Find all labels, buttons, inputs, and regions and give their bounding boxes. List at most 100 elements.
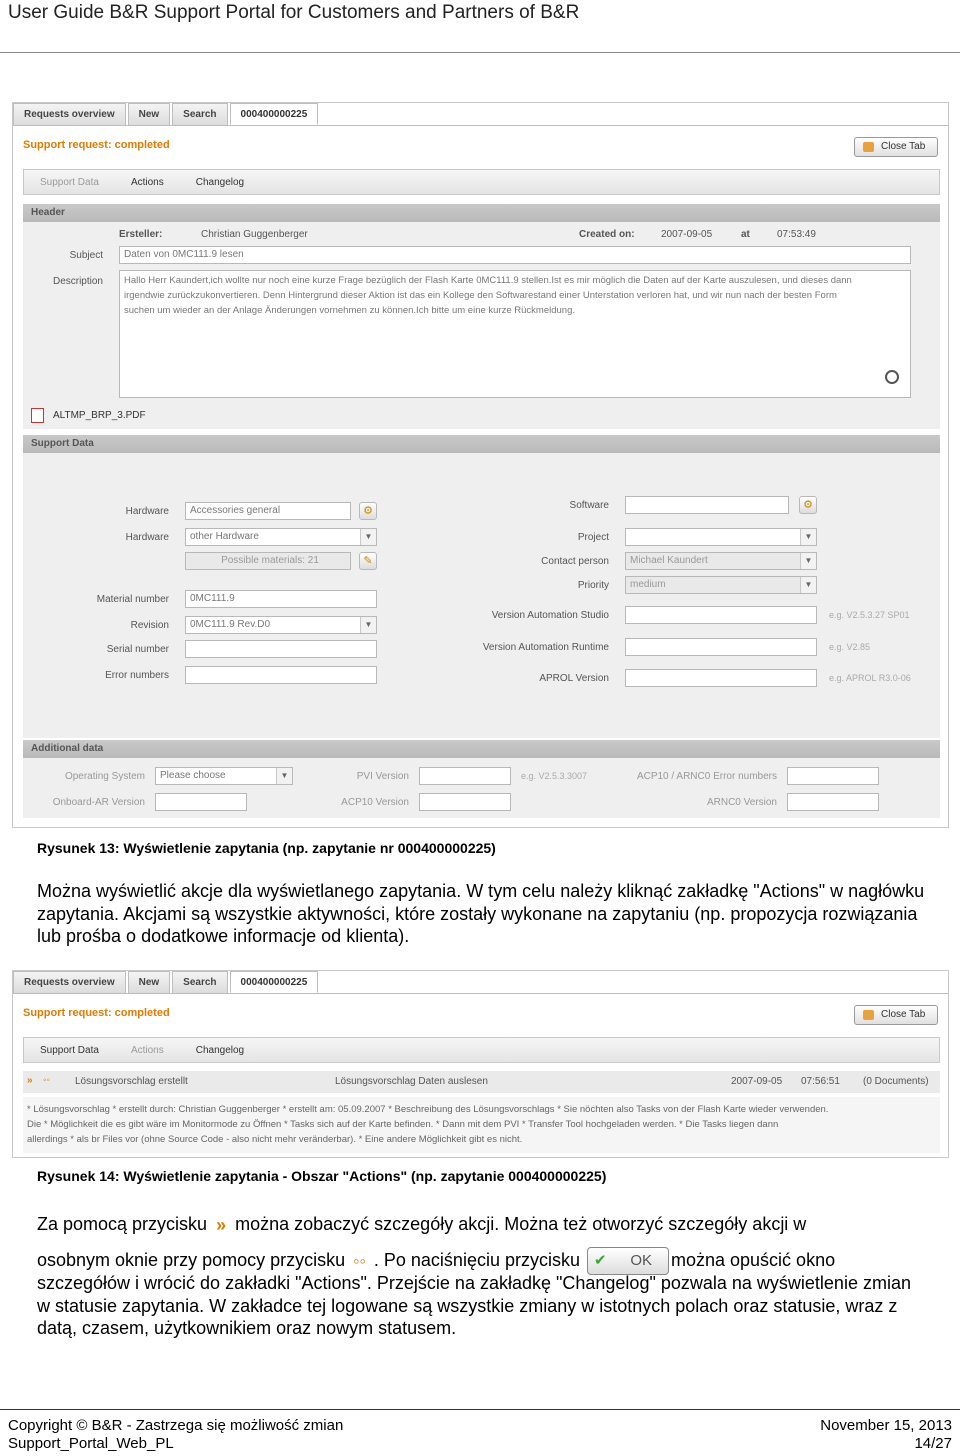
paragraph-action-buttons: Za pomocą przycisku » można zobaczyć szc… xyxy=(37,1212,927,1237)
expand-chevron-icon[interactable]: » xyxy=(27,1075,33,1086)
version-automation-studio-label: Version Automation Studio xyxy=(491,610,609,621)
tab-request[interactable]: 000400000225 xyxy=(229,971,319,993)
tabs-divider xyxy=(13,993,948,994)
pvi-version-label: PVI Version xyxy=(356,771,409,782)
possible-materials-field[interactable]: Possible materials: 21 xyxy=(185,552,351,570)
close-tab-button[interactable]: Close Tab xyxy=(854,1005,938,1025)
var-hint: e.g. V2.85 xyxy=(829,642,871,652)
subtab-changelog[interactable]: Changelog xyxy=(180,177,260,188)
glasses-icon[interactable]: ◦◦ xyxy=(43,1075,50,1086)
software-field[interactable] xyxy=(625,496,789,514)
footer-copyright: Copyright © B&R - Zastrzega się możliwoś… xyxy=(8,1417,344,1434)
chevron-down-icon: ▼ xyxy=(360,529,376,545)
contact-person-select[interactable]: Michael Kaundert ▼ xyxy=(625,552,817,570)
action-detail-line: * Lösungsvorschlag * erstellt durch: Chr… xyxy=(27,1104,829,1115)
page-header: User Guide B&R Support Portal for Custom… xyxy=(8,2,580,23)
hardware-select[interactable]: other Hardware ▼ xyxy=(185,528,377,546)
operating-system-label: Operating System xyxy=(64,771,145,782)
acp10-version-field[interactable] xyxy=(419,793,511,811)
arnc0-version-field[interactable] xyxy=(787,793,879,811)
revision-label: Revision xyxy=(130,620,169,631)
footer-page-number: 14/27 xyxy=(914,1435,952,1452)
serial-number-label: Serial number xyxy=(106,644,169,655)
subtab-support-data[interactable]: Support Data xyxy=(24,1045,115,1056)
para-text: można zobaczyć szczegóły akcji. Można te… xyxy=(235,1214,807,1234)
tab-search[interactable]: Search xyxy=(172,971,228,993)
para-text: osobnym oknie przy pomocy przycisku xyxy=(37,1249,346,1270)
tab-requests-overview[interactable]: Requests overview xyxy=(13,971,126,993)
additional-section-bar: Additional data xyxy=(23,740,940,758)
description-line: Hallo Herr Kaundert,ich wollte nur noch … xyxy=(124,275,852,286)
request-subtabs: Support Data Actions Changelog xyxy=(23,169,940,195)
action-time: 07:56:51 xyxy=(801,1076,840,1087)
created-label: Created on: xyxy=(579,229,635,240)
subject-field[interactable]: Daten von 0MC111.9 lesen xyxy=(119,246,911,264)
action-row[interactable]: » ◦◦ Lösungsvorschlag erstellt Lösungsvo… xyxy=(23,1071,940,1093)
wrench-icon[interactable]: ✎ xyxy=(359,552,377,570)
aprol-version-field[interactable] xyxy=(625,669,817,687)
description-box[interactable]: Hallo Herr Kaundert,ich wollte nur noch … xyxy=(119,270,911,398)
subtab-changelog[interactable]: Changelog xyxy=(180,1045,260,1056)
subtab-actions[interactable]: Actions xyxy=(115,177,180,188)
figure-caption-14: Rysunek 14: Wyświetlenie zapytania - Obs… xyxy=(37,1168,607,1184)
hardware-select-value: other Hardware xyxy=(190,531,259,542)
project-select[interactable]: ▼ xyxy=(625,528,817,546)
ok-button: ✔ OK xyxy=(587,1247,669,1275)
action-detail-line: Die * Möglichkeit die es gibt wäre im Mo… xyxy=(27,1119,779,1130)
close-tab-label: Close Tab xyxy=(881,141,926,152)
footer-date: November 15, 2013 xyxy=(820,1417,952,1434)
action-detail-line: allerdings * als br Files vor (ohne Sour… xyxy=(27,1134,523,1145)
hardware-field[interactable]: Accessories general xyxy=(185,502,351,520)
close-tab-button[interactable]: Close Tab xyxy=(854,137,938,157)
priority-select[interactable]: medium ▼ xyxy=(625,576,817,594)
action-details: * Lösungsvorschlag * erstellt durch: Chr… xyxy=(23,1097,940,1153)
action-documents: (0 Documents) xyxy=(863,1076,929,1087)
ok-button-label: OK xyxy=(630,1252,652,1269)
subtab-actions[interactable]: Actions xyxy=(115,1045,180,1056)
hardware-label: Hardware xyxy=(125,532,169,543)
tab-requests-overview[interactable]: Requests overview xyxy=(13,103,126,125)
contact-person-label: Contact person xyxy=(541,556,609,567)
glasses-icon: ◦◦ xyxy=(353,1251,366,1271)
clock-icon[interactable] xyxy=(885,370,899,384)
description-label: Description xyxy=(52,276,103,287)
priority-value: medium xyxy=(630,579,666,590)
contact-person-value: Michael Kaundert xyxy=(630,555,708,566)
para-text: . Po naciśnięciu przycisku xyxy=(373,1249,580,1270)
operating-system-select[interactable]: Please choose ▼ xyxy=(155,767,293,785)
gear-icon[interactable]: ⚙ xyxy=(799,496,817,514)
gear-icon[interactable]: ⚙ xyxy=(359,502,377,520)
request-subtabs: Support Data Actions Changelog xyxy=(23,1037,940,1063)
support-section-bar: Support Data xyxy=(23,435,940,453)
onboard-ar-version-field[interactable] xyxy=(155,793,247,811)
tab-new[interactable]: New xyxy=(127,971,171,993)
tab-new[interactable]: New xyxy=(127,103,171,125)
screenshot-actions-area: Requests overview New Search 00040000022… xyxy=(12,970,949,1158)
version-automation-studio-field[interactable] xyxy=(625,606,817,624)
created-time: 07:53:49 xyxy=(777,229,816,240)
material-number-field[interactable]: 0MC111.9 xyxy=(185,590,377,608)
figure-caption-13: Rysunek 13: Wyświetlenie zapytania (np. … xyxy=(37,840,496,856)
acp-error-numbers-label: ACP10 / ARNC0 Error numbers xyxy=(636,771,777,782)
operating-system-value: Please choose xyxy=(160,770,226,781)
tab-search[interactable]: Search xyxy=(172,103,228,125)
revision-select[interactable]: 0MC111.9 Rev.D0 ▼ xyxy=(185,616,377,634)
close-icon xyxy=(863,142,874,152)
attachment-link[interactable]: ALTMP_BRP_3.PDF xyxy=(53,410,146,421)
arnc0-version-label: ARNC0 Version xyxy=(706,797,777,808)
onboard-ar-version-label: Onboard-AR Version xyxy=(52,797,145,808)
error-numbers-field[interactable] xyxy=(185,666,377,684)
subject-label: Subject xyxy=(69,250,103,261)
request-title: Support request: completed xyxy=(23,1007,170,1019)
close-tab-label: Close Tab xyxy=(881,1009,926,1020)
ersteller-label: Ersteller: xyxy=(119,229,163,240)
hardware-label: Hardware xyxy=(125,506,169,517)
version-automation-runtime-field[interactable] xyxy=(625,638,817,656)
pvi-hint: e.g. V2.5.3.3007 xyxy=(521,771,588,781)
acp-error-numbers-field[interactable] xyxy=(787,767,879,785)
tab-request[interactable]: 000400000225 xyxy=(229,103,319,125)
chevron-down-icon: ▼ xyxy=(800,577,816,593)
subtab-support-data[interactable]: Support Data xyxy=(24,177,115,188)
serial-number-field[interactable] xyxy=(185,640,377,658)
pvi-version-field[interactable] xyxy=(419,767,511,785)
